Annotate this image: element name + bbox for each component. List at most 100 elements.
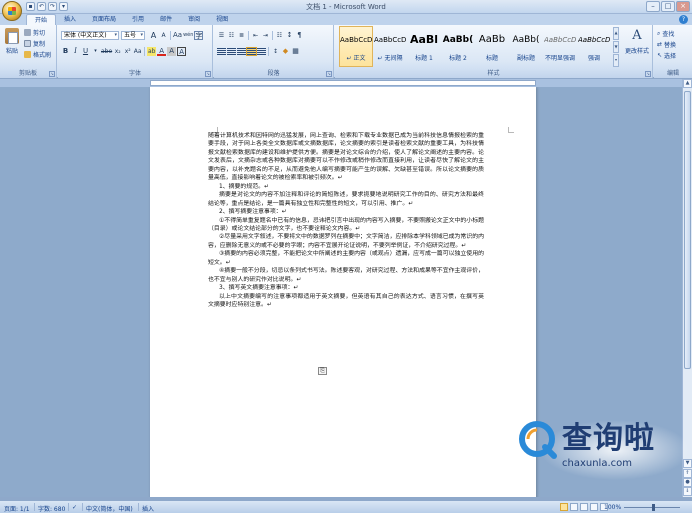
align-left-icon[interactable] bbox=[217, 48, 226, 55]
paste-button[interactable]: 粘贴 bbox=[3, 28, 21, 62]
font-color-button[interactable]: A bbox=[157, 47, 167, 56]
find-button[interactable]: ⌕ 查找 bbox=[657, 29, 674, 39]
print-layout-icon[interactable] bbox=[560, 503, 568, 511]
borders-button[interactable]: ▦ bbox=[291, 47, 300, 56]
zoom-slider-thumb[interactable] bbox=[652, 504, 655, 511]
shrink-font-button[interactable]: A bbox=[159, 31, 168, 40]
paragraph: 以上中文摘要编写的注意事项都适用于英文摘要，但英语有其自己的表达方式、语言习惯，… bbox=[208, 293, 484, 309]
shading-button[interactable]: ◆ bbox=[281, 47, 290, 56]
style-subtle-emphasis[interactable]: AaBbCcD 不明显强调 bbox=[543, 26, 577, 67]
paragraph: 1、摘要的规范。↵ bbox=[219, 183, 269, 190]
styles-launcher-icon[interactable]: ↘ bbox=[645, 71, 651, 77]
subscript-button[interactable]: x₂ bbox=[113, 47, 122, 56]
format-painter-button[interactable]: 格式刷 bbox=[24, 50, 51, 59]
style-heading-2[interactable]: AaBb( 标题 2 bbox=[441, 26, 475, 67]
distributed-icon[interactable] bbox=[257, 48, 266, 55]
underline-button[interactable]: U bbox=[81, 47, 90, 56]
phonetic-guide-button[interactable]: wén bbox=[183, 31, 193, 40]
cut-button[interactable]: 剪切 bbox=[24, 28, 45, 37]
chevron-up-icon[interactable]: ▲ bbox=[613, 27, 619, 40]
separator bbox=[82, 503, 83, 511]
clipboard-launcher-icon[interactable]: ↘ bbox=[49, 71, 55, 77]
tab-page-layout[interactable]: 页面布局 bbox=[84, 14, 124, 25]
line-spacing-icon[interactable]: ↕ bbox=[271, 47, 280, 56]
tab-insert[interactable]: 插入 bbox=[56, 14, 84, 25]
select-button[interactable]: ↖ 选择 bbox=[657, 51, 676, 60]
style-normal[interactable]: AaBbCcDd ↵ 正文 bbox=[339, 26, 373, 67]
zoom-level[interactable]: 100% bbox=[604, 504, 621, 511]
scroll-up-icon[interactable]: ▲ bbox=[683, 79, 692, 88]
chevron-down-icon[interactable]: ▼ bbox=[613, 40, 619, 54]
tab-home[interactable]: 开始 bbox=[26, 14, 57, 25]
bold-button[interactable]: B bbox=[61, 47, 70, 56]
style-no-spacing[interactable]: AaBbCcDd ↵ 无间隔 bbox=[373, 26, 407, 67]
change-styles-button[interactable]: A 更改样式 bbox=[622, 28, 652, 55]
grow-font-button[interactable]: A bbox=[149, 31, 158, 40]
tab-mailings[interactable]: 邮件 bbox=[152, 14, 180, 25]
paragraph-launcher-icon[interactable]: ↘ bbox=[326, 71, 332, 77]
outline-view-icon[interactable] bbox=[590, 503, 598, 511]
maximize-button[interactable]: □ bbox=[661, 1, 675, 12]
italic-button[interactable]: I bbox=[71, 47, 80, 56]
style-name: 不明显强调 bbox=[544, 55, 575, 62]
proofing-icon[interactable]: ✓ bbox=[72, 504, 77, 511]
scroll-thumb[interactable] bbox=[684, 91, 691, 369]
increase-indent-icon[interactable]: ⇥ bbox=[261, 31, 270, 40]
style-heading-1[interactable]: AaBl 标题 1 bbox=[407, 26, 441, 67]
style-name: ↵ 正文 bbox=[346, 55, 366, 62]
document-text[interactable]: 随着计算机技术和因特网的迅猛发展，网上查询、检索和下载专业数据已成为当前科技信息… bbox=[208, 132, 484, 310]
word-count[interactable]: 字数: 680 bbox=[38, 504, 65, 513]
char-border-button[interactable]: A bbox=[177, 47, 187, 56]
style-subtitle[interactable]: AaBb( 副标题 bbox=[509, 26, 543, 67]
font-group-label: 字体 bbox=[58, 69, 212, 78]
tab-review[interactable]: 审阅 bbox=[180, 14, 208, 25]
minimize-button[interactable]: – bbox=[646, 1, 660, 12]
highlight-button[interactable]: ab bbox=[147, 47, 157, 56]
enclose-char-button[interactable]: 字 bbox=[194, 31, 204, 40]
asian-layout-button[interactable]: ☷ bbox=[275, 31, 284, 40]
font-launcher-icon[interactable]: ↘ bbox=[205, 71, 211, 77]
replace-button[interactable]: ⇄ 替换 bbox=[657, 40, 676, 49]
watermark-brand: 查询啦 bbox=[562, 421, 655, 456]
numbering-icon[interactable]: ☷ bbox=[227, 31, 236, 40]
clear-format-button[interactable]: Aa bbox=[173, 31, 182, 40]
tab-view[interactable]: 视图 bbox=[208, 14, 236, 25]
full-screen-reading-icon[interactable] bbox=[570, 503, 578, 511]
replace-icon: ⇄ bbox=[657, 41, 663, 48]
change-case-button[interactable]: Aa bbox=[133, 47, 142, 56]
clipboard-group-label: 剪贴板 bbox=[0, 69, 56, 78]
tab-references[interactable]: 引用 bbox=[124, 14, 152, 25]
bullets-icon[interactable]: ☰ bbox=[217, 31, 226, 40]
multilevel-list-icon[interactable]: ≣ bbox=[237, 31, 246, 40]
close-button[interactable]: × bbox=[676, 1, 690, 12]
help-icon[interactable]: ? bbox=[679, 15, 688, 24]
style-title[interactable]: AaBb 标题 bbox=[475, 26, 509, 67]
align-right-icon[interactable] bbox=[237, 48, 246, 55]
font-name-combo[interactable]: 宋体 (中文正文) ▾ bbox=[61, 31, 119, 40]
superscript-button[interactable]: x² bbox=[123, 47, 132, 56]
brush-icon bbox=[24, 51, 31, 58]
style-emphasis[interactable]: AaBbCcD 强调 bbox=[577, 26, 611, 67]
decrease-indent-icon[interactable]: ⇤ bbox=[251, 31, 260, 40]
expand-gallery-icon[interactable]: ▾ bbox=[613, 54, 619, 68]
page-count[interactable]: 页面: 1/1 bbox=[4, 504, 30, 513]
crop-mark bbox=[508, 127, 514, 133]
chevron-down-icon[interactable]: ▾ bbox=[91, 47, 100, 56]
strikethrough-button[interactable]: abe bbox=[101, 47, 112, 56]
office-button[interactable] bbox=[2, 1, 22, 21]
web-layout-icon[interactable] bbox=[580, 503, 588, 511]
ribbon: 粘贴 剪切 复制 格式刷 剪贴板 ↘ 宋体 (中文正文) ▾ 五号 ▾ A A bbox=[0, 25, 692, 78]
language-indicator[interactable]: 中文(简体，中国) bbox=[86, 504, 133, 513]
paste-options-icon[interactable]: ⎘ bbox=[318, 367, 327, 375]
sort-button[interactable]: ↕ bbox=[285, 31, 294, 40]
copy-button[interactable]: 复制 bbox=[24, 39, 45, 48]
scissors-icon bbox=[24, 29, 31, 36]
insert-mode-indicator[interactable]: 插入 bbox=[142, 504, 154, 513]
char-shading-button[interactable]: A bbox=[167, 47, 177, 56]
styles-gallery-scroll: ▲ ▼ ▾ bbox=[613, 27, 619, 68]
justify-icon[interactable] bbox=[246, 47, 257, 56]
document-page[interactable]: 随着计算机技术和因特网的迅猛发展，网上查询、检索和下载专业数据已成为当前科技信息… bbox=[150, 87, 536, 497]
font-size-combo[interactable]: 五号 ▾ bbox=[121, 31, 145, 40]
align-center-icon[interactable] bbox=[227, 48, 236, 55]
show-marks-button[interactable]: ¶ bbox=[295, 31, 304, 40]
